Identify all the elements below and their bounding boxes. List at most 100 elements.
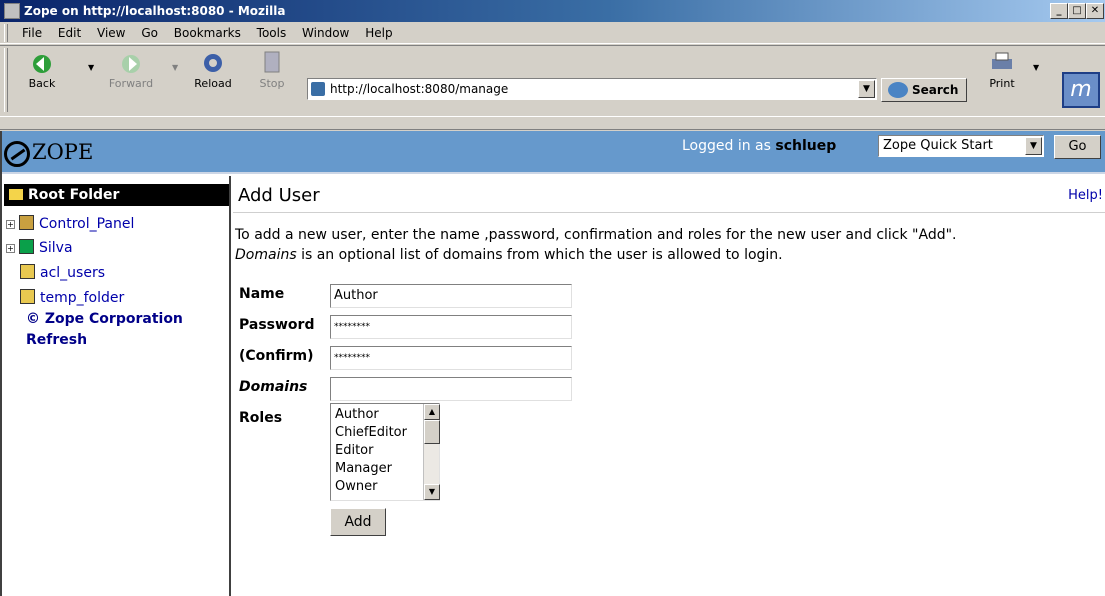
url-text: http://localhost:8080/manage [330,82,509,96]
expand-icon[interactable]: + [6,244,15,253]
print-dropdown-icon[interactable]: ▼ [1033,63,1039,72]
tree-item-label: Control_Panel [39,216,135,232]
confirm-label: (Confirm) [239,348,314,364]
name-field[interactable]: Author [330,284,572,308]
tree-item-control-panel[interactable]: + Control_Panel [6,215,134,232]
menu-edit[interactable]: Edit [58,26,81,40]
password-field[interactable]: ******** [330,315,572,339]
expand-icon[interactable]: + [6,220,15,229]
scroll-thumb[interactable] [424,420,440,444]
domains-label: Domains [239,379,308,395]
name-label: Name [239,286,285,302]
main-panel: Add User Help! To add a new user, enter … [233,176,1105,596]
confirm-password-field[interactable]: ******** [330,346,572,370]
toolbar-grip [4,48,8,112]
reload-label: Reload [194,77,232,90]
print-button[interactable]: Print [982,50,1022,90]
forward-button[interactable]: Forward [106,50,156,90]
chevron-down-icon[interactable]: ▼ [1025,137,1042,155]
back-arrow-icon [28,50,56,74]
zope-logo-text: ZOPE [32,140,94,164]
logged-in-user: schluep [775,138,837,154]
back-button[interactable]: Back [20,50,64,90]
page-favicon-icon [311,82,325,96]
menu-items: File Edit View Go Bookmarks Tools Window… [22,26,405,40]
zope-corporation-link[interactable]: © Zope Corporation [26,311,183,327]
forward-label: Forward [108,77,154,90]
intro-text: To add a new user, enter the name ,passw… [235,225,1095,265]
stop-icon [258,50,286,74]
personal-toolbar [0,116,1105,130]
quick-start-select[interactable]: Zope Quick Start ▼ [878,135,1044,157]
root-folder-label: Root Folder [28,187,120,203]
menu-tools[interactable]: Tools [257,26,287,40]
root-folder-item[interactable]: Root Folder [4,184,229,206]
tree-item-label: Silva [39,240,73,256]
url-bar[interactable]: http://localhost:8080/manage [307,78,877,100]
forward-history-dropdown-icon[interactable]: ▼ [172,63,178,72]
page-content: ZOPE Logged in as schluep Zope Quick Sta… [0,131,1105,596]
browser-window: Zope on http://localhost:8080 - Mozilla … [0,0,1105,596]
tree-item-temp-folder[interactable]: temp_folder [20,289,124,306]
navigation-tree: Root Folder + Control_Panel + Silva acl_us… [2,176,231,596]
forward-arrow-icon [117,50,145,74]
menu-bar: File Edit View Go Bookmarks Tools Window… [0,22,1105,44]
minimize-button[interactable]: _ [1050,3,1068,19]
temp-folder-icon [20,289,35,304]
menu-bookmarks[interactable]: Bookmarks [174,26,241,40]
search-icon [888,82,908,98]
password-label: Password [239,317,315,333]
silva-icon [19,239,34,254]
tree-item-label: temp_folder [40,290,125,306]
menu-grip [4,24,8,42]
tree-item-silva[interactable]: + Silva [6,239,73,256]
search-button[interactable]: Search [881,78,967,102]
navigation-toolbar: Back ▼ Forward ▼ Reload Stop http://loca… [0,45,1105,115]
printer-icon [988,50,1016,74]
title-divider [233,212,1105,213]
help-link[interactable]: Help! [1068,188,1103,203]
control-panel-icon [19,215,34,230]
reload-icon [199,50,227,74]
menu-view[interactable]: View [97,26,125,40]
mozilla-app-icon [4,3,20,19]
menu-file[interactable]: File [22,26,42,40]
scroll-down-icon[interactable]: ▼ [424,484,440,500]
logged-in-text: Logged in as schluep [682,138,836,154]
menu-window[interactable]: Window [302,26,349,40]
intro-line-2-rest: is an optional list of domains from whic… [296,247,783,263]
intro-line-2: Domains is an optional list of domains f… [235,245,1095,265]
add-button[interactable]: Add [330,508,386,536]
roles-label: Roles [239,410,283,426]
maximize-button[interactable]: □ [1068,3,1086,19]
scroll-up-icon[interactable]: ▲ [424,404,440,420]
intro-line-1: To add a new user, enter the name ,passw… [235,227,957,243]
reload-button[interactable]: Reload [190,50,236,90]
menu-help[interactable]: Help [365,26,392,40]
zope-header-bar: ZOPE Logged in as schluep Zope Quick Sta… [2,131,1105,174]
back-label: Back [28,77,56,90]
url-dropdown-icon[interactable]: ▼ [858,80,875,98]
close-button[interactable]: ✕ [1086,3,1104,19]
roles-listbox[interactable]: Author ChiefEditor Editor Manager Owner … [330,403,440,501]
mozilla-throbber-logo[interactable]: m [1062,72,1100,108]
roles-scrollbar[interactable]: ▲ ▼ [423,404,440,500]
zope-logo-icon [4,140,30,167]
go-button[interactable]: Go [1054,135,1101,159]
back-history-dropdown-icon[interactable]: ▼ [88,63,94,72]
window-title: Zope on http://localhost:8080 - Mozilla [24,4,286,18]
stop-label: Stop [259,77,285,90]
refresh-link[interactable]: Refresh [26,332,87,348]
tree-item-acl-users[interactable]: acl_users [20,264,105,281]
logged-in-prefix: Logged in as [682,138,771,154]
stop-button[interactable]: Stop [252,50,292,90]
zope-logo: ZOPE [4,137,93,167]
title-bar: Zope on http://localhost:8080 - Mozilla … [0,0,1105,22]
intro-domains-word: Domains [235,247,297,263]
print-label: Print [989,77,1015,90]
menu-go[interactable]: Go [141,26,158,40]
domains-field[interactable] [330,377,572,401]
user-folder-icon [20,264,35,279]
page-title: Add User [238,185,320,206]
search-label: Search [912,83,959,97]
